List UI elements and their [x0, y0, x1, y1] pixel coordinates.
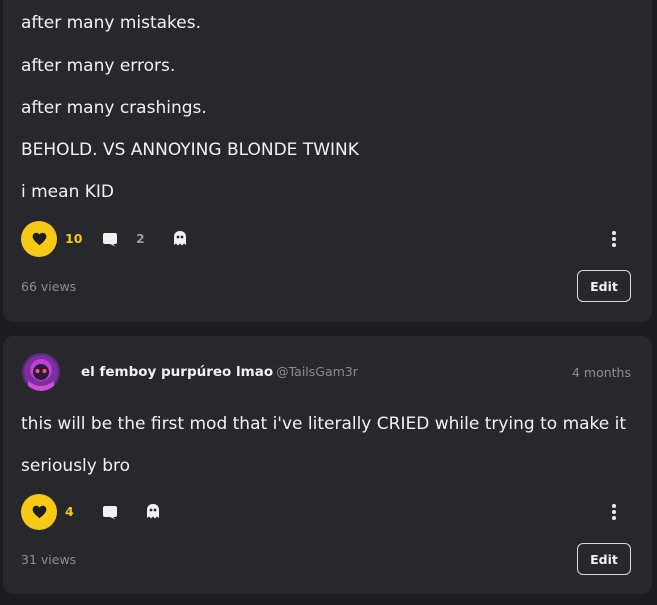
more-vertical-icon	[612, 231, 616, 235]
comment-icon	[103, 232, 117, 246]
ghost-icon	[147, 503, 159, 518]
more-options-button[interactable]	[607, 229, 621, 249]
more-options-button[interactable]	[607, 502, 621, 522]
post-card: el femboy purpúreo lmao @TailsGam3r 4 mon…	[3, 336, 652, 594]
post-text-line: seriously bro	[21, 456, 131, 476]
post-text-line: this will be the first mod that i've lit…	[21, 414, 627, 434]
edit-button[interactable]: Edit	[577, 543, 631, 575]
post-text-line: after many crashings.	[21, 98, 207, 118]
author-handle[interactable]: @TailsGam3r	[276, 364, 358, 379]
avatar[interactable]	[22, 353, 60, 391]
ghost-icon	[174, 230, 186, 245]
author-info: el femboy purpúreo lmao @TailsGam3r	[81, 364, 358, 380]
like-count: 10	[65, 231, 83, 246]
more-vertical-icon	[612, 504, 616, 508]
like-count: 4	[65, 504, 74, 519]
like-button[interactable]	[21, 221, 57, 257]
like-button[interactable]	[21, 494, 57, 530]
views-count: 66 views	[21, 279, 77, 294]
comment-button[interactable]	[101, 230, 119, 248]
post-text-line: after many errors.	[21, 56, 176, 76]
heart-icon	[32, 232, 46, 246]
comment-button[interactable]	[101, 503, 119, 521]
views-count: 31 views	[21, 552, 77, 567]
comment-count: 2	[136, 231, 145, 246]
ghost-button[interactable]	[171, 229, 189, 247]
edit-button[interactable]: Edit	[577, 270, 631, 302]
heart-icon	[32, 505, 46, 519]
ghost-button[interactable]	[144, 502, 162, 520]
post-text-line: BEHOLD. VS ANNOYING BLONDE TWINK	[21, 140, 359, 160]
avatar-image	[22, 353, 60, 391]
author-name[interactable]: el femboy purpúreo lmao	[81, 364, 273, 380]
post-card: after many mistakes. after many errors. …	[3, 0, 652, 322]
comment-icon	[103, 505, 117, 519]
post-text-line: i mean KID	[21, 182, 114, 202]
post-text-line: after many mistakes.	[21, 13, 202, 33]
post-timestamp: 4 months	[571, 365, 631, 380]
